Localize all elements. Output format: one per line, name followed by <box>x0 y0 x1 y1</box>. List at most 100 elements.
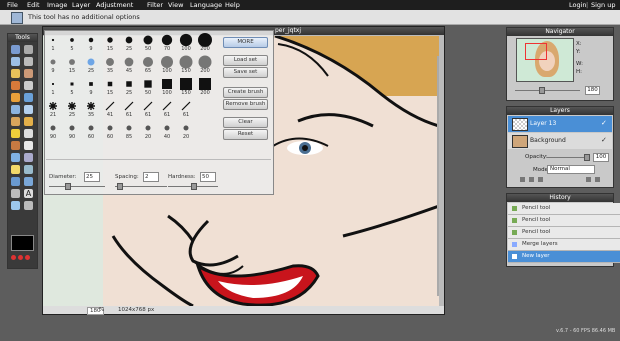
layer-styles-icon[interactable] <box>520 177 525 182</box>
reset-button[interactable]: Reset <box>223 129 268 140</box>
navigator-view-rect[interactable] <box>525 43 547 60</box>
layer-mask-icon[interactable] <box>529 177 534 182</box>
navigator-zoom-slider[interactable] <box>515 90 580 91</box>
brush-preset-shape[interactable] <box>107 37 113 43</box>
eraser-icon[interactable] <box>24 81 33 90</box>
blend-mode-select[interactable]: Normal <box>547 165 595 174</box>
brush-preset-shape[interactable] <box>145 125 151 131</box>
brush-preset-shape[interactable] <box>143 35 153 45</box>
spacing-slider-thumb[interactable] <box>117 183 123 190</box>
login-link[interactable]: Login <box>569 1 587 9</box>
brush-preset-shape[interactable] <box>51 38 55 42</box>
crop-icon[interactable] <box>11 45 20 54</box>
load-set-button[interactable]: Load set <box>223 55 268 66</box>
brush-preset-shape[interactable] <box>180 78 192 90</box>
brush-preset-shape[interactable] <box>143 101 153 111</box>
dodge-icon[interactable] <box>24 141 33 150</box>
brush-preset-shape[interactable] <box>124 101 134 111</box>
brush-preset-shape[interactable] <box>69 59 75 65</box>
layer-visibility-icon[interactable]: ✓ <box>601 119 607 127</box>
menu-view[interactable]: View <box>168 1 183 9</box>
brush-preset-shape[interactable] <box>179 55 193 69</box>
brush-preset-shape[interactable] <box>106 58 114 66</box>
brush-preset-shape[interactable] <box>107 125 113 131</box>
brush-preset-shape[interactable] <box>179 33 193 47</box>
brush-preset-shape[interactable] <box>181 101 191 111</box>
lasso-icon[interactable] <box>24 57 33 66</box>
brush-preset-shape[interactable] <box>107 81 113 87</box>
menu-adjustment[interactable]: Adjustment <box>96 1 133 9</box>
gradient-icon[interactable] <box>24 93 33 102</box>
hardness-input[interactable]: 50 <box>200 172 216 182</box>
spacing-input[interactable]: 2 <box>143 172 159 182</box>
brush-preset-shape[interactable] <box>124 57 134 67</box>
zoom-tool-icon[interactable] <box>11 201 20 210</box>
navigator-zoom-thumb[interactable] <box>539 87 545 94</box>
history-item[interactable]: Merge layers <box>508 239 620 251</box>
opacity-input[interactable]: 100 <box>593 153 609 162</box>
brush-preset-shape[interactable] <box>125 36 133 44</box>
quick-mask-icon[interactable] <box>25 255 30 260</box>
foreground-color-swatch[interactable] <box>11 235 34 251</box>
default-colors-icon[interactable] <box>18 255 23 260</box>
menu-file[interactable]: File <box>7 1 18 9</box>
brush-icon[interactable] <box>11 81 20 90</box>
brush-preset-shape[interactable] <box>87 58 95 66</box>
brush-preset-shape[interactable] <box>50 59 56 65</box>
brush-preset-shape[interactable] <box>161 56 173 68</box>
brush-preset-shape[interactable] <box>89 82 93 86</box>
brush-preset-shape[interactable] <box>52 83 54 85</box>
brush-preset-shape[interactable] <box>50 125 56 131</box>
menu-image[interactable]: Image <box>47 1 67 9</box>
history-item[interactable]: Pencil tool <box>508 227 620 239</box>
brush-preset-shape[interactable] <box>70 38 74 42</box>
brush-preset-shape[interactable] <box>69 125 75 131</box>
history-item[interactable]: Pencil tool <box>508 215 620 227</box>
layer-link-icon[interactable] <box>538 177 543 182</box>
menu-filter[interactable]: Filter <box>147 1 163 9</box>
sharpen-icon[interactable] <box>11 129 20 138</box>
brush-preset-shape[interactable] <box>126 125 132 131</box>
drawing-icon[interactable] <box>11 117 20 126</box>
brush-preset-shape[interactable] <box>199 78 211 90</box>
menu-help[interactable]: Help <box>225 1 240 9</box>
smudge-icon[interactable] <box>24 129 33 138</box>
brush-preset-shape[interactable] <box>105 101 115 111</box>
brush-preset-shape[interactable] <box>162 79 172 89</box>
move-icon[interactable] <box>24 45 33 54</box>
brush-preset-shape[interactable] <box>88 37 94 43</box>
pan-icon[interactable] <box>24 201 33 210</box>
color-picker-icon[interactable] <box>11 177 20 186</box>
brush-preset-shape[interactable] <box>198 55 212 69</box>
history-item-active[interactable]: New layer <box>508 251 620 263</box>
zoom-icon[interactable] <box>24 177 33 186</box>
bloat-icon[interactable] <box>11 165 20 174</box>
signup-link[interactable]: Sign up <box>591 1 616 9</box>
swap-colors-icon[interactable] <box>11 255 16 260</box>
opacity-slider-thumb[interactable] <box>584 154 590 161</box>
sponge-icon[interactable] <box>11 141 20 150</box>
brush-preset-shape[interactable] <box>162 101 172 111</box>
color-replace-icon[interactable] <box>24 105 33 114</box>
diameter-slider[interactable] <box>49 186 105 187</box>
brush-preset-shape[interactable] <box>88 125 94 131</box>
wand-icon[interactable] <box>11 69 20 78</box>
navigator-thumbnail[interactable] <box>516 38 574 82</box>
menu-language[interactable]: Language <box>190 1 222 9</box>
history-item[interactable]: Pencil tool <box>508 203 620 215</box>
pinch-icon[interactable] <box>24 165 33 174</box>
spot-heal-icon[interactable] <box>24 153 33 162</box>
opacity-slider[interactable] <box>547 157 589 158</box>
brush-preset-shape[interactable] <box>142 56 154 68</box>
new-layer-icon[interactable] <box>586 177 591 182</box>
fill-icon[interactable] <box>11 93 20 102</box>
layer-row-active[interactable]: Layer 13 ✓ <box>508 116 612 132</box>
brush-preset-shape[interactable] <box>70 82 74 86</box>
brush-preset-shape[interactable] <box>164 125 170 131</box>
brush-preset-shape[interactable] <box>183 125 189 131</box>
diameter-input[interactable]: 25 <box>84 172 100 182</box>
hand-icon[interactable] <box>11 189 20 198</box>
menu-layer[interactable]: Layer <box>72 1 90 9</box>
pencil-icon[interactable] <box>24 69 33 78</box>
blur-icon[interactable] <box>24 117 33 126</box>
